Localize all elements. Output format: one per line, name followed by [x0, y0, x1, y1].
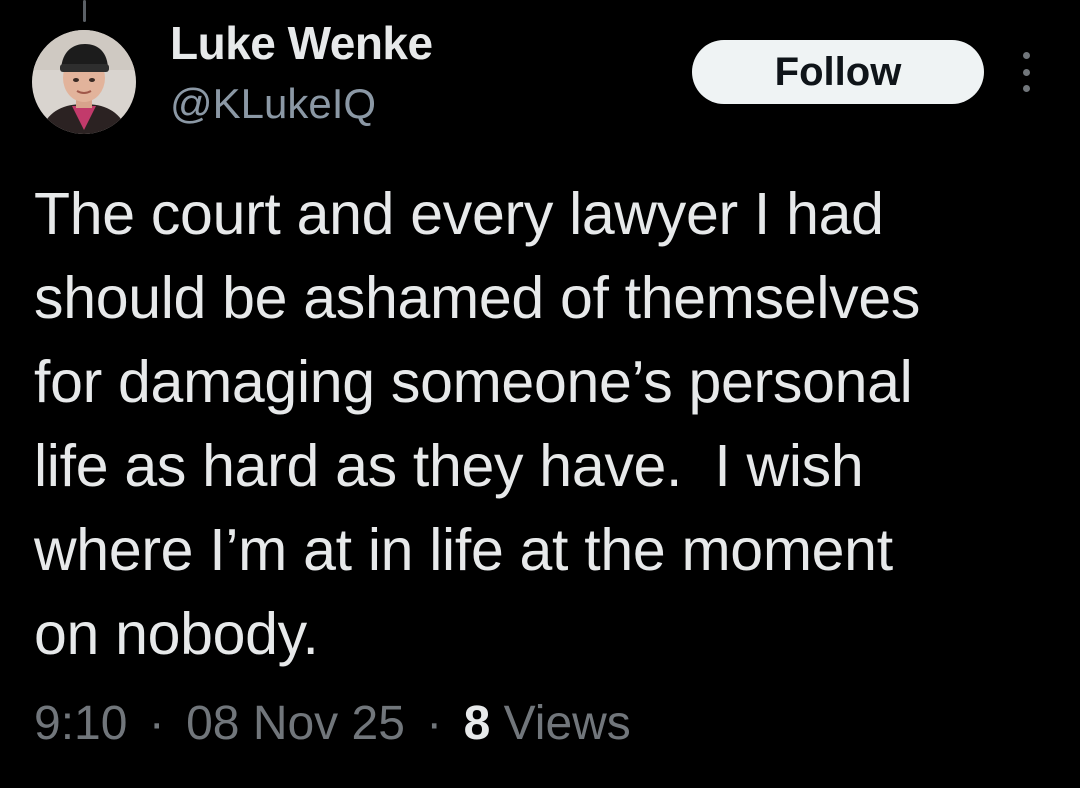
tweet-text: The court and every lawyer I had should …	[34, 181, 921, 667]
follow-button[interactable]: Follow	[692, 40, 984, 104]
more-dot	[1022, 52, 1030, 59]
views-count[interactable]: 8	[464, 697, 491, 750]
more-vertical-icon[interactable]	[1012, 52, 1040, 92]
avatar-image	[32, 30, 136, 134]
thread-connector-line	[83, 0, 86, 22]
display-name[interactable]: Luke Wenke	[170, 16, 433, 70]
tweet-meta: 9:10 · 08 Nov 25 · 8 Views	[34, 696, 631, 751]
tweet-date[interactable]: 08 Nov 25	[186, 697, 405, 750]
tweet-time[interactable]: 9:10	[34, 697, 127, 750]
meta-separator: ·	[426, 697, 443, 750]
more-dot	[1022, 68, 1030, 76]
more-dot	[1022, 85, 1030, 92]
views-label: Views	[503, 697, 631, 750]
meta-separator: ·	[148, 697, 165, 750]
avatar[interactable]	[32, 30, 136, 134]
user-handle[interactable]: @KLukeIQ	[170, 80, 376, 128]
